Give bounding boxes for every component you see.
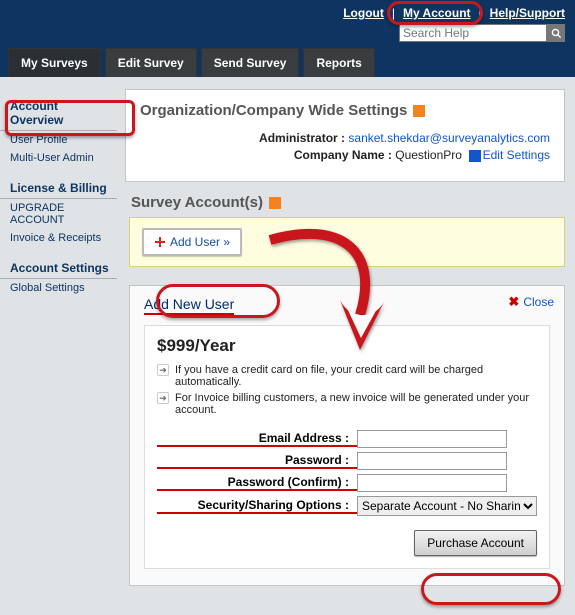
password-label: Password : bbox=[157, 453, 357, 469]
org-settings-panel: Organization/Company Wide Settings Admin… bbox=[125, 89, 565, 182]
company-label: Company Name : bbox=[294, 148, 392, 162]
tab-send-survey[interactable]: Send Survey bbox=[201, 48, 300, 77]
separator: | bbox=[475, 6, 486, 20]
company-value: QuestionPro bbox=[395, 148, 462, 162]
price-text: $999/Year bbox=[157, 336, 537, 356]
sidebar-heading-overview: Account Overview bbox=[0, 95, 117, 131]
purchase-account-button[interactable]: Purchase Account bbox=[414, 530, 537, 556]
modal-title: Add New User bbox=[144, 296, 234, 315]
search-button[interactable] bbox=[547, 24, 565, 42]
separator: | bbox=[388, 6, 399, 20]
sidebar-item-global-settings[interactable]: Global Settings bbox=[0, 279, 117, 297]
sidebar-item-invoice[interactable]: Invoice & Receipts bbox=[0, 229, 117, 247]
add-user-button[interactable]: Add User » bbox=[142, 228, 242, 256]
add-user-label: Add User » bbox=[170, 235, 230, 249]
tab-my-surveys[interactable]: My Surveys bbox=[8, 48, 101, 77]
main-area: Organization/Company Wide Settings Admin… bbox=[117, 77, 575, 596]
password-field[interactable] bbox=[357, 452, 507, 470]
sidebar-item-user-profile[interactable]: User Profile bbox=[0, 131, 117, 149]
plus-icon bbox=[154, 236, 166, 248]
admin-email-link[interactable]: sanket.shekdar@surveyanalytics.com bbox=[348, 131, 550, 145]
add-user-container: Add User » bbox=[129, 217, 565, 267]
admin-label: Administrator : bbox=[259, 131, 345, 145]
form-area: Email Address : Password : Password (Con… bbox=[157, 430, 537, 516]
logout-link[interactable]: Logout bbox=[343, 6, 384, 20]
tab-reports[interactable]: Reports bbox=[303, 48, 374, 77]
price-block: $999/Year ➔ If you have a credit card on… bbox=[144, 325, 550, 569]
add-new-user-panel: ✖ Close Add New User $999/Year ➔ If you … bbox=[129, 285, 565, 586]
arrow-right-icon: ➔ bbox=[157, 392, 169, 404]
help-support-link[interactable]: Help/Support bbox=[490, 6, 565, 20]
info-row: ➔ For Invoice billing customers, a new i… bbox=[157, 392, 537, 416]
info-row: ➔ If you have a credit card on file, you… bbox=[157, 364, 537, 388]
magnifier-icon bbox=[551, 28, 562, 39]
edit-settings-link[interactable]: Edit Settings bbox=[483, 148, 550, 162]
sidebar-item-multi-user-admin[interactable]: Multi-User Admin bbox=[0, 149, 117, 167]
close-icon: ✖ bbox=[508, 294, 519, 310]
admin-row: Administrator : sanket.shekdar@surveyana… bbox=[140, 131, 550, 145]
tab-bar: My Surveys Edit Survey Send Survey Repor… bbox=[0, 48, 575, 77]
help-icon[interactable] bbox=[413, 105, 425, 117]
password-confirm-label: Password (Confirm) : bbox=[157, 475, 357, 491]
info-text: If you have a credit card on file, your … bbox=[175, 364, 537, 388]
password-confirm-field[interactable] bbox=[357, 474, 507, 492]
info-text: For Invoice billing customers, a new inv… bbox=[175, 392, 537, 416]
sidebar-heading-license: License & Billing bbox=[0, 177, 117, 199]
sidebar-heading-settings: Account Settings bbox=[0, 257, 117, 279]
security-label: Security/Sharing Options : bbox=[157, 498, 357, 514]
my-account-link[interactable]: My Account bbox=[403, 6, 471, 20]
security-select[interactable]: Separate Account - No Sharing bbox=[357, 496, 537, 516]
email-label: Email Address : bbox=[157, 431, 357, 447]
company-row: Company Name : QuestionPro Edit Settings bbox=[140, 148, 550, 162]
close-button[interactable]: ✖ Close bbox=[508, 294, 554, 310]
org-settings-title: Organization/Company Wide Settings bbox=[140, 102, 550, 119]
help-icon[interactable] bbox=[269, 197, 281, 209]
close-label: Close bbox=[523, 295, 554, 309]
header: Logout | My Account | Help/Support My Su… bbox=[0, 0, 575, 77]
survey-accounts-heading: Survey Account(s) bbox=[131, 194, 565, 211]
edit-icon bbox=[469, 150, 481, 162]
sidebar: Account Overview User Profile Multi-User… bbox=[0, 77, 117, 596]
tab-edit-survey[interactable]: Edit Survey bbox=[105, 48, 197, 77]
arrow-right-icon: ➔ bbox=[157, 364, 169, 376]
header-links: Logout | My Account | Help/Support bbox=[343, 6, 565, 20]
sidebar-item-upgrade[interactable]: UPGRADE ACCOUNT bbox=[0, 199, 117, 229]
email-field[interactable] bbox=[357, 430, 507, 448]
search-input[interactable] bbox=[399, 24, 547, 42]
